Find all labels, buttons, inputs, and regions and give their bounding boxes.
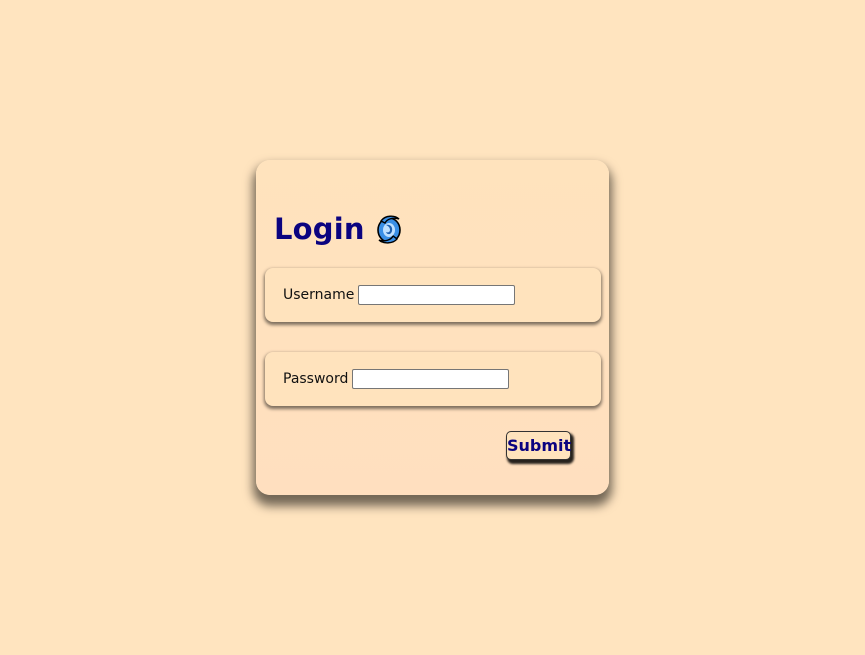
login-title: Login xyxy=(274,212,365,246)
username-input[interactable] xyxy=(358,285,516,305)
password-label: Password xyxy=(283,371,349,387)
login-header: Login xyxy=(274,212,403,246)
username-row: Username xyxy=(265,268,601,322)
submit-button[interactable]: Submit xyxy=(506,431,571,460)
password-input[interactable] xyxy=(352,369,510,389)
username-label: Username xyxy=(283,287,355,303)
swirl-logo-icon xyxy=(376,215,401,244)
password-row: Password xyxy=(265,352,601,406)
login-card: Login Username Password Submit xyxy=(256,160,609,495)
